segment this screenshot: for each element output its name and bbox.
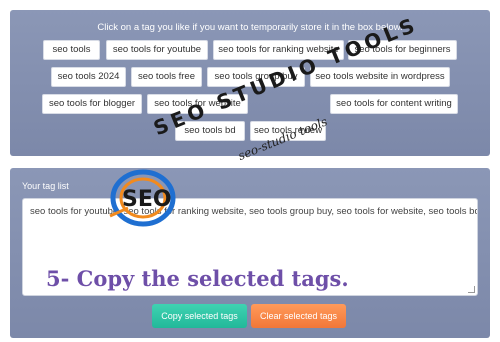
copy-selected-tags-button[interactable]: Copy selected tags [152,304,247,328]
tag-list-value: seo tools for youtube, seo tools for ran… [30,206,478,217]
step-caption: 5- Copy the selected tags. [46,266,349,291]
resize-handle-icon[interactable] [468,286,475,293]
tag-button[interactable]: seo tools [43,40,100,60]
svg-text:SEO: SEO [122,187,172,212]
tag-button[interactable]: seo tools for content writing [330,94,458,114]
tag-button[interactable]: seo tools free [131,67,202,87]
tag-button[interactable]: seo tools 2024 [51,67,126,87]
clear-selected-tags-button[interactable]: Clear selected tags [251,304,346,328]
tag-list-panel: Your tag list seo tools for youtube, seo… [10,168,490,338]
tag-button[interactable]: seo tools for blogger [42,94,142,114]
tag-button[interactable]: seo tools for youtube [106,40,208,60]
seo-logo-icon: SEO [109,169,176,227]
tag-list-label: Your tag list [22,181,69,191]
